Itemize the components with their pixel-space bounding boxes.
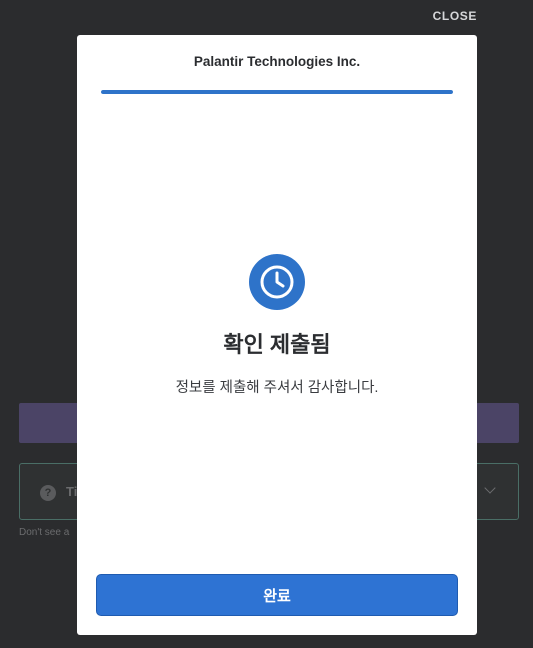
background-select-text: Ti (66, 484, 78, 499)
confirmation-modal: Palantir Technologies Inc. 확인 제출됨 정보를 제출… (77, 35, 477, 635)
background-hint-text: Don't see a (19, 527, 70, 538)
confirmation-heading: 확인 제출됨 (223, 332, 331, 357)
close-button[interactable]: CLOSE (433, 9, 477, 23)
confirmation-message: 정보를 제출해 주셔서 감사합니다. (175, 380, 379, 396)
progress-bar (101, 90, 453, 94)
company-name: Palantir Technologies Inc. (193, 54, 361, 69)
progress-bar-fill (101, 90, 453, 94)
chevron-down-icon (484, 482, 496, 494)
clock-icon (249, 254, 305, 310)
question-circle-icon: ? (40, 485, 56, 501)
done-button[interactable]: 완료 (96, 574, 458, 616)
